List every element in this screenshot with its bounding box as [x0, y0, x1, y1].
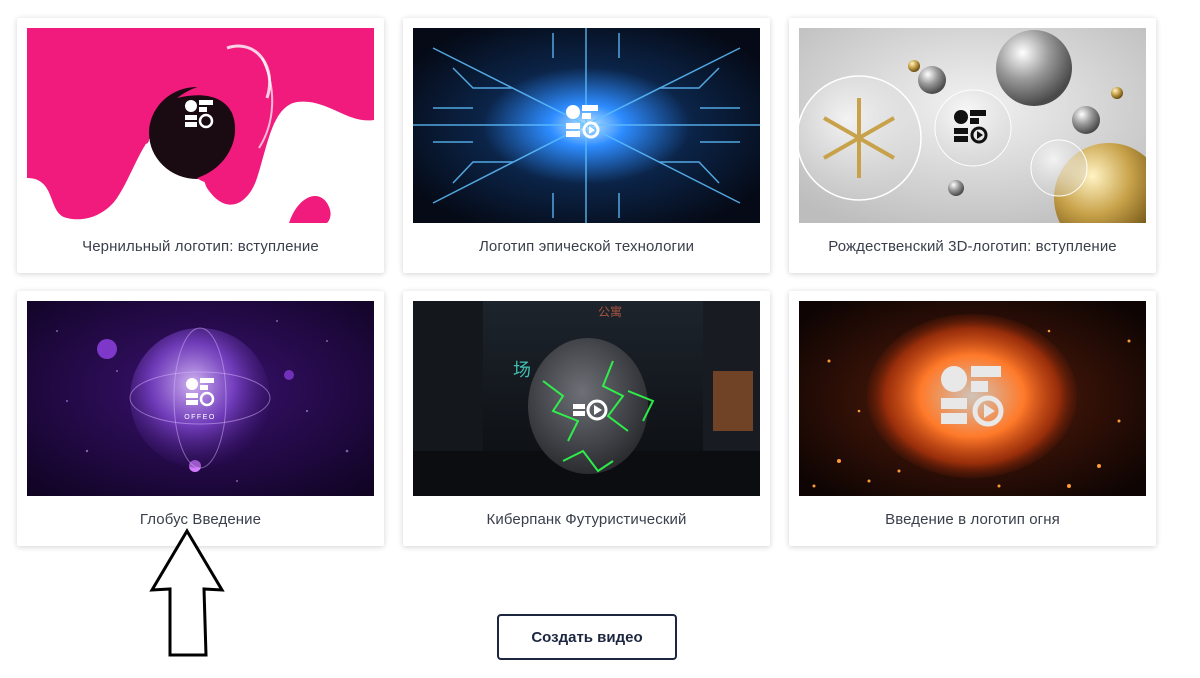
template-thumbnail[interactable]	[799, 28, 1146, 223]
template-thumbnail[interactable]	[27, 28, 374, 223]
template-card-globe[interactable]: OFFEO Глобус Введение	[17, 291, 384, 546]
template-title: Рождественский 3D-логотип: вступление	[828, 238, 1117, 255]
svg-text:公寓: 公寓	[598, 304, 622, 319]
template-thumbnail[interactable]: OFFEO	[27, 301, 374, 496]
template-card-ink[interactable]: Чернильный логотип: вступление	[17, 18, 384, 273]
create-video-button[interactable]: Создать видео	[497, 614, 677, 660]
template-title: Киберпанк Футуристический	[486, 511, 687, 528]
template-title: Чернильный логотип: вступление	[82, 238, 319, 255]
template-title: Логотип эпической технологии	[478, 238, 695, 255]
template-card-christmas[interactable]: Рождественский 3D-логотип: вступление	[789, 18, 1156, 273]
template-thumbnail[interactable]: 场 公寓	[413, 301, 760, 496]
logo-wordmark: OFFEO	[184, 414, 216, 421]
template-thumbnail[interactable]	[799, 301, 1146, 496]
template-card-fire[interactable]: Введение в логотип огня	[789, 291, 1156, 546]
template-title: Глобус Введение	[139, 511, 262, 528]
svg-text:场: 场	[513, 360, 531, 381]
template-title: Введение в логотип огня	[885, 511, 1060, 528]
template-card-cyberpunk[interactable]: 场 公寓 Киберпанк Футуристический	[403, 291, 770, 546]
template-card-tech[interactable]: Логотип эпической технологии	[403, 18, 770, 273]
up-arrow-outline-icon	[149, 528, 225, 657]
template-thumbnail[interactable]	[413, 28, 760, 223]
